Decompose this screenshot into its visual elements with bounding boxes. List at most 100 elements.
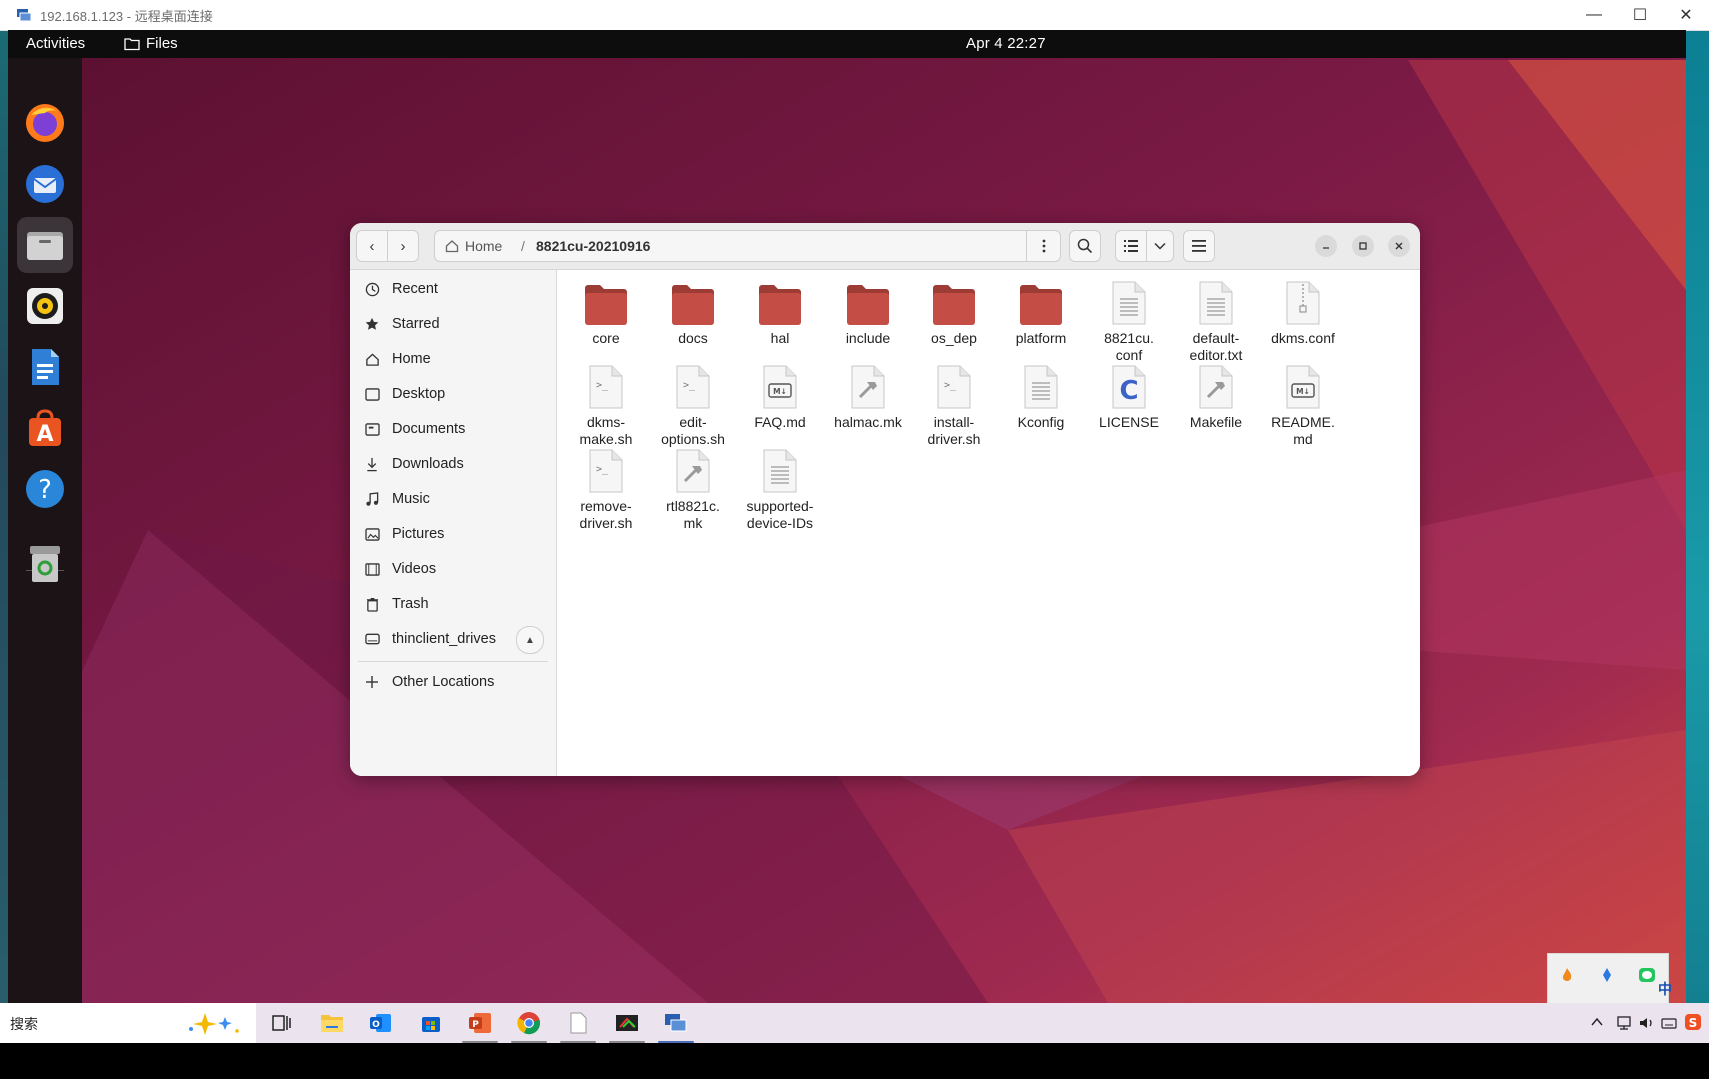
sidebar-item-videos[interactable]: Videos bbox=[350, 552, 556, 586]
file-item-install-driver-sh[interactable]: >_ install- driver.sh bbox=[910, 360, 998, 448]
makefile-file-icon bbox=[649, 444, 737, 494]
file-item-halmac-mk[interactable]: halmac.mk bbox=[824, 360, 912, 431]
sidebar-item-thinclient-drives[interactable]: thinclient_drives ▲ bbox=[350, 622, 556, 656]
view-list-button[interactable] bbox=[1115, 230, 1147, 262]
file-item-license[interactable]: C LICENSE bbox=[1085, 360, 1173, 431]
sidebar-item-music[interactable]: Music bbox=[350, 482, 556, 516]
pictures-icon bbox=[362, 527, 382, 541]
script-file-icon: >_ bbox=[562, 360, 650, 410]
dock-firefox[interactable] bbox=[17, 95, 73, 151]
clock-icon bbox=[362, 282, 382, 297]
folder-item-include[interactable]: include bbox=[824, 276, 912, 347]
sidebar-item-desktop[interactable]: Desktop bbox=[350, 377, 556, 411]
path-home[interactable]: Home bbox=[445, 238, 502, 254]
taskbar-file-explorer[interactable] bbox=[318, 1009, 346, 1037]
dock-app-center[interactable]: A bbox=[17, 400, 73, 456]
path-menu-button[interactable] bbox=[1026, 231, 1060, 261]
file-name: install- driver.sh bbox=[927, 414, 981, 447]
folder-item-core[interactable]: core bbox=[562, 276, 650, 347]
file-item-readme-md[interactable]: M↓ README. md bbox=[1259, 360, 1347, 448]
host-desktop-right-edge bbox=[1686, 30, 1709, 1003]
dock-help[interactable]: ? bbox=[17, 461, 73, 517]
maximize-icon bbox=[1359, 242, 1367, 250]
sidebar-item-pictures[interactable]: Pictures bbox=[350, 517, 556, 551]
file-item-dkms-conf[interactable]: dkms.conf bbox=[1259, 276, 1347, 347]
eject-icon[interactable]: ▲ bbox=[516, 626, 544, 654]
sidebar-item-trash[interactable]: Trash bbox=[350, 587, 556, 621]
file-item-remove-driver-sh[interactable]: >_ remove- driver.sh bbox=[562, 444, 650, 532]
kebab-icon bbox=[1042, 239, 1045, 253]
sidebar-item-home[interactable]: Home bbox=[350, 342, 556, 376]
file-item-dkms-make-sh[interactable]: >_ dkms- make.sh bbox=[562, 360, 650, 448]
tray-icon-2[interactable] bbox=[1596, 964, 1618, 986]
minimize-icon bbox=[1323, 247, 1329, 249]
sidebar-item-starred[interactable]: Starred bbox=[350, 307, 556, 341]
main-menu-button[interactable] bbox=[1183, 230, 1215, 262]
dock-files[interactable] bbox=[17, 217, 73, 273]
sidebar-item-documents[interactable]: Documents bbox=[350, 412, 556, 446]
taskbar-store[interactable] bbox=[417, 1009, 445, 1037]
taskbar-chrome[interactable] bbox=[515, 1009, 543, 1037]
app-menu-files[interactable]: Files bbox=[124, 35, 178, 52]
keyboard-icon[interactable] bbox=[1661, 1015, 1677, 1031]
flame-icon bbox=[1562, 968, 1572, 981]
folder-item-platform[interactable]: platform bbox=[997, 276, 1085, 347]
clock[interactable]: Apr 4 22:27 bbox=[966, 35, 1046, 52]
back-button[interactable]: ‹ bbox=[356, 230, 388, 262]
taskbar-powerpoint[interactable]: P bbox=[466, 1009, 494, 1037]
path-current[interactable]: 8821cu-20210916 bbox=[536, 238, 650, 254]
file-item-8821cu-conf[interactable]: 8821cu. conf bbox=[1085, 276, 1173, 364]
file-name: core bbox=[592, 330, 620, 346]
sidebar-item-other-locations[interactable]: Other Locations bbox=[350, 665, 556, 699]
minimize-button[interactable] bbox=[1315, 235, 1337, 257]
taskbar-app[interactable] bbox=[613, 1009, 641, 1037]
folder-icon bbox=[910, 276, 998, 326]
dock-trash[interactable] bbox=[17, 536, 73, 592]
sidebar-item-downloads[interactable]: Downloads bbox=[350, 447, 556, 481]
folder-item-docs[interactable]: docs bbox=[649, 276, 737, 347]
forward-button[interactable]: › bbox=[387, 230, 419, 262]
activities-button[interactable]: Activities bbox=[26, 35, 85, 52]
folder-item-os-dep[interactable]: os_dep bbox=[910, 276, 998, 347]
rdp-title-bar[interactable]: 192.168.1.123 - 远程桌面连接 — ☐ ✕ bbox=[0, 0, 1709, 31]
file-name: platform bbox=[1015, 330, 1067, 346]
taskbar-task-view[interactable] bbox=[268, 1009, 296, 1037]
taskbar-outlook[interactable]: O bbox=[367, 1009, 395, 1037]
taskbar-notepad[interactable] bbox=[564, 1009, 592, 1037]
ime-mode-indicator[interactable]: 中 bbox=[1658, 979, 1672, 999]
file-item-makefile[interactable]: Makefile bbox=[1172, 360, 1260, 431]
file-item-rtl8821c-mk[interactable]: rtl8821c. mk bbox=[649, 444, 737, 532]
file-item-kconfig[interactable]: Kconfig bbox=[997, 360, 1085, 431]
file-item-faq-md[interactable]: M↓ FAQ.md bbox=[736, 360, 824, 431]
screen-bottom-border bbox=[0, 1043, 1709, 1079]
sogou-tray-icon[interactable]: S bbox=[1684, 1013, 1702, 1031]
view-options-button[interactable] bbox=[1146, 230, 1174, 262]
network-icon[interactable] bbox=[1614, 1015, 1632, 1031]
file-explorer-icon bbox=[321, 1015, 343, 1032]
rdp-close-button[interactable]: ✕ bbox=[1663, 0, 1709, 30]
close-button[interactable] bbox=[1388, 235, 1410, 257]
search-button[interactable] bbox=[1069, 230, 1101, 262]
tray-icon-1[interactable] bbox=[1556, 964, 1578, 986]
tray-icon-3[interactable] bbox=[1636, 964, 1658, 986]
svg-text:>_: >_ bbox=[944, 380, 957, 391]
videos-icon bbox=[362, 562, 382, 576]
ubuntu-session: Activities Files Apr 4 22:27 A ? ‹ › Hom… bbox=[8, 30, 1686, 1003]
file-item-default-editor-txt[interactable]: default- editor.txt bbox=[1172, 276, 1260, 364]
dock-writer[interactable] bbox=[17, 339, 73, 395]
volume-icon[interactable] bbox=[1638, 1015, 1656, 1031]
rdp-minimize-button[interactable]: — bbox=[1571, 0, 1617, 30]
dock-rhythmbox[interactable] bbox=[17, 278, 73, 334]
taskbar-remote-desktop[interactable] bbox=[662, 1009, 690, 1037]
taskbar-search[interactable]: 搜索 bbox=[0, 1003, 256, 1043]
file-item-edit-options-sh[interactable]: >_ edit- options.sh bbox=[649, 360, 737, 448]
rdp-maximize-button[interactable]: ☐ bbox=[1617, 0, 1663, 30]
sidebar-item-recent[interactable]: Recent bbox=[350, 272, 556, 306]
svg-text:S: S bbox=[1689, 1016, 1698, 1030]
maximize-button[interactable] bbox=[1352, 235, 1374, 257]
home-icon bbox=[445, 240, 459, 253]
file-item-supported-device-ids[interactable]: supported- device-IDs bbox=[736, 444, 824, 532]
folder-item-hal[interactable]: hal bbox=[736, 276, 824, 347]
chevron-up-icon[interactable] bbox=[1591, 1017, 1603, 1027]
dock-thunderbird[interactable] bbox=[17, 156, 73, 212]
